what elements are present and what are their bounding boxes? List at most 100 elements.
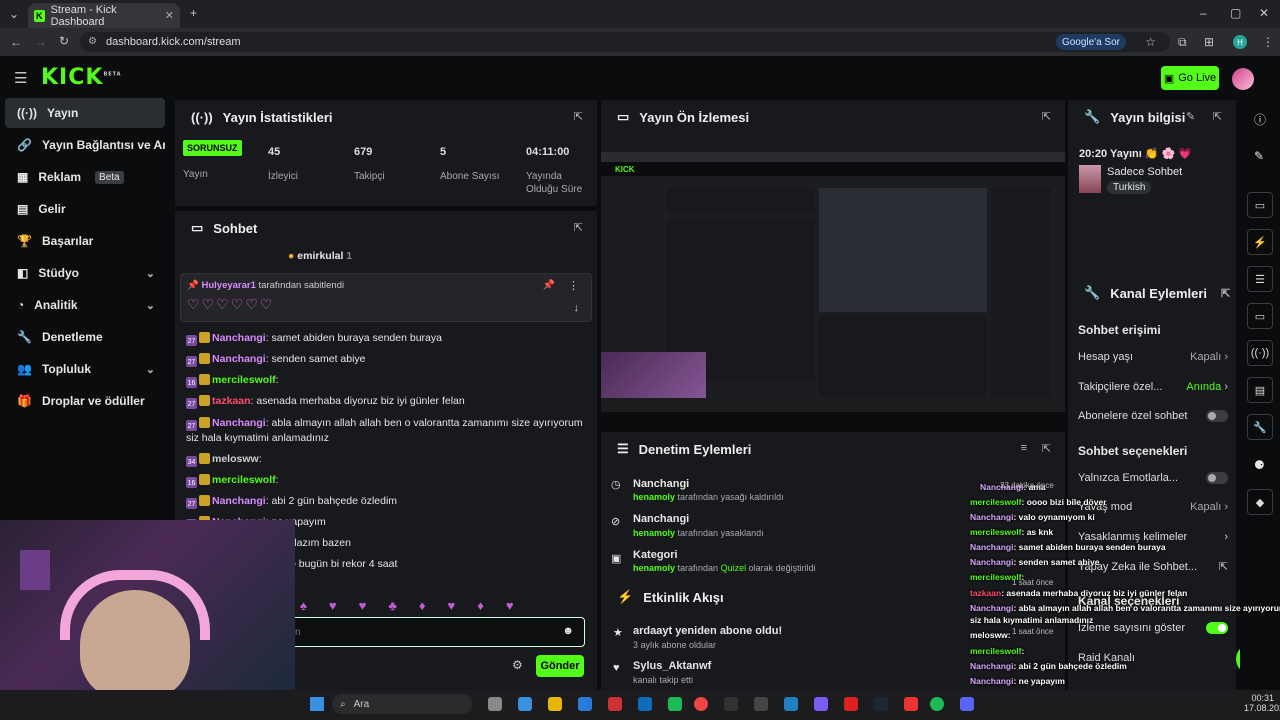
popout-icon[interactable]: ⇱ [574, 221, 583, 234]
chat-username[interactable]: mercileswolf [212, 474, 276, 486]
rail-chat-icon[interactable]: ▭ [1247, 303, 1273, 329]
send-button[interactable]: Gönder [536, 655, 584, 677]
clock[interactable]: 00:3117.08.2026 [1244, 693, 1280, 713]
profile-avatar[interactable]: H [1233, 35, 1247, 49]
rail-game-icon[interactable]: ⚈ [1254, 458, 1265, 472]
outlook-icon[interactable] [638, 697, 652, 711]
spotify-icon[interactable] [930, 697, 944, 711]
edit-icon[interactable]: ✎ [1186, 110, 1195, 123]
user-avatar[interactable] [1232, 68, 1254, 90]
chat-username[interactable]: melosww [212, 453, 259, 465]
viewcount-toggle[interactable] [1206, 622, 1228, 634]
emote-bar[interactable]: ♠♥♥♣♦♥♦♥ [300, 598, 590, 613]
minimize-icon[interactable]: – [1200, 7, 1207, 19]
row-emote-only[interactable]: Yalnızca Emotlarla... [1078, 472, 1228, 484]
maximize-icon[interactable]: ▢ [1230, 7, 1241, 19]
rail-wrench-icon[interactable]: 🔧 [1247, 414, 1273, 440]
row-ai-chat[interactable]: Yapay Zeka ile Sohbet... ⇱ [1078, 560, 1228, 574]
emoji-icon[interactable]: ☻ [562, 625, 574, 637]
chat-username[interactable]: Nanchangi [212, 353, 266, 365]
taskview-icon[interactable] [488, 697, 502, 711]
close-window-icon[interactable]: ✕ [1259, 7, 1269, 19]
sidebar-item-baglanti[interactable]: 🔗Yayın Bağlantısı ve Anahtarı [5, 130, 165, 160]
popout-icon[interactable]: ⇱ [574, 110, 583, 123]
popout-icon[interactable]: ⇱ [1213, 110, 1222, 123]
app5-icon[interactable] [844, 697, 858, 711]
subs-only-toggle[interactable] [1206, 410, 1228, 422]
epic-icon[interactable] [724, 697, 738, 711]
expand-icon[interactable]: ↓ [574, 302, 580, 314]
google-sor-button[interactable]: Google'a Sor [1055, 34, 1126, 50]
filter-icon[interactable]: ≡ [1021, 442, 1027, 454]
url-field[interactable]: ⚙ dashboard.kick.com/stream Google'a Sor… [80, 32, 1170, 52]
sidebar-item-yayin[interactable]: ((·)) Yayın [5, 98, 165, 128]
popout-icon[interactable]: ⇱ [1042, 110, 1051, 123]
new-tab-icon[interactable]: + [190, 7, 197, 19]
chat-username[interactable]: Nanchangi [212, 417, 266, 429]
go-live-button[interactable]: ▣ Go Live [1161, 66, 1219, 90]
extensions-puzzle-icon[interactable]: ⊞ [1204, 36, 1214, 48]
edge-icon[interactable] [518, 697, 532, 711]
popout-icon[interactable]: ⇱ [1042, 442, 1051, 455]
chat-username[interactable]: Nanchangi [212, 332, 266, 344]
popout-icon[interactable]: ⇱ [1221, 287, 1230, 300]
rail-list-icon[interactable]: ☰ [1247, 266, 1273, 292]
sidebar-item-studyo[interactable]: ◧ Stüdyo ⌄ [5, 258, 165, 288]
rail-badge-icon[interactable]: ◆ [1247, 489, 1273, 515]
chat-input[interactable]: n ☻ [290, 617, 585, 647]
overlay-chat-line: melosww: [970, 630, 1011, 640]
discord-icon[interactable] [960, 697, 974, 711]
hamburger-menu-icon[interactable]: ☰ [14, 71, 27, 86]
sidebar-item-topluluk[interactable]: 👥 Topluluk ⌄ [5, 354, 165, 384]
tab-list-icon[interactable]: ⌄ [9, 8, 19, 20]
browser-menu-icon[interactable]: ⋮ [1262, 36, 1274, 48]
rail-broadcast-icon[interactable]: ((·)) [1247, 340, 1273, 366]
bookmark-star-icon[interactable]: ☆ [1145, 36, 1156, 48]
explorer-icon[interactable] [548, 697, 562, 711]
sidebar-item-analitik[interactable]: ◔ Analitik ⌄ [5, 290, 165, 320]
app6-icon[interactable] [904, 697, 918, 711]
kick-favicon-icon: K [34, 9, 45, 22]
app-icon[interactable] [608, 697, 622, 711]
emote-only-toggle[interactable] [1206, 472, 1228, 484]
spotify-app-icon[interactable] [668, 697, 682, 711]
start-icon[interactable] [310, 697, 324, 711]
row-followers-only[interactable]: Takipçilere özel... Anında › [1078, 381, 1228, 393]
back-icon[interactable]: ← [10, 36, 22, 48]
chat-settings-gear-icon[interactable]: ⚙ [512, 658, 523, 672]
chrome-icon[interactable] [694, 697, 708, 711]
browser-tab[interactable]: K Stream - Kick Dashboard ✕ [28, 3, 180, 28]
rail-stats-icon[interactable]: ▭ [1247, 192, 1273, 218]
steam-icon[interactable] [874, 697, 888, 711]
sidebar-item-droplar[interactable]: 🎁 Droplar ve ödüller [5, 386, 165, 416]
site-info-icon[interactable]: ⚙ [88, 36, 97, 47]
chat-username[interactable]: Nanchangi [212, 495, 266, 507]
row-account-age[interactable]: Hesap yaşı Kapalı › [1078, 351, 1228, 363]
forward-icon[interactable]: → [35, 36, 47, 48]
app2-icon[interactable] [754, 697, 768, 711]
rail-bolt-icon[interactable]: ⚡ [1247, 229, 1273, 255]
taskbar-search[interactable]: ⌕ Ara [332, 694, 472, 714]
sidebar-item-denetleme[interactable]: 🔧 Denetleme [5, 322, 165, 352]
sidebar-item-reklam[interactable]: ▦ Reklam Beta [5, 162, 165, 192]
extension-icon[interactable]: ⧉ [1178, 36, 1187, 48]
unpin-icon[interactable]: 📌 [543, 280, 555, 291]
reload-icon[interactable]: ↻ [59, 35, 69, 47]
stream-preview-video[interactable]: KICK [601, 152, 1065, 412]
app4-icon[interactable] [814, 697, 828, 711]
kick-logo[interactable]: KICKBETA [41, 65, 122, 90]
sidebar-item-gelir[interactable]: ▤ Gelir [5, 194, 165, 224]
tab-close-icon[interactable]: ✕ [165, 9, 174, 22]
app3-icon[interactable] [784, 697, 798, 711]
rail-layout-icon[interactable]: ▤ [1247, 377, 1273, 403]
row-show-viewcount[interactable]: İzleme sayısını göster [1078, 622, 1228, 634]
chat-username[interactable]: mercileswolf [212, 374, 276, 386]
category-icon: ▣ [611, 553, 622, 565]
row-subs-only[interactable]: Abonelere özel sohbet [1078, 410, 1228, 422]
store-icon[interactable] [578, 697, 592, 711]
chat-username[interactable]: tazkaan [212, 395, 251, 407]
more-icon[interactable]: ⋮ [568, 279, 579, 292]
edit-pencil-icon[interactable]: ✎ [1254, 149, 1264, 163]
info-icon[interactable]: ⓘ [1254, 111, 1266, 128]
sidebar-item-basarilar[interactable]: 🏆 Başarılar [5, 226, 165, 256]
